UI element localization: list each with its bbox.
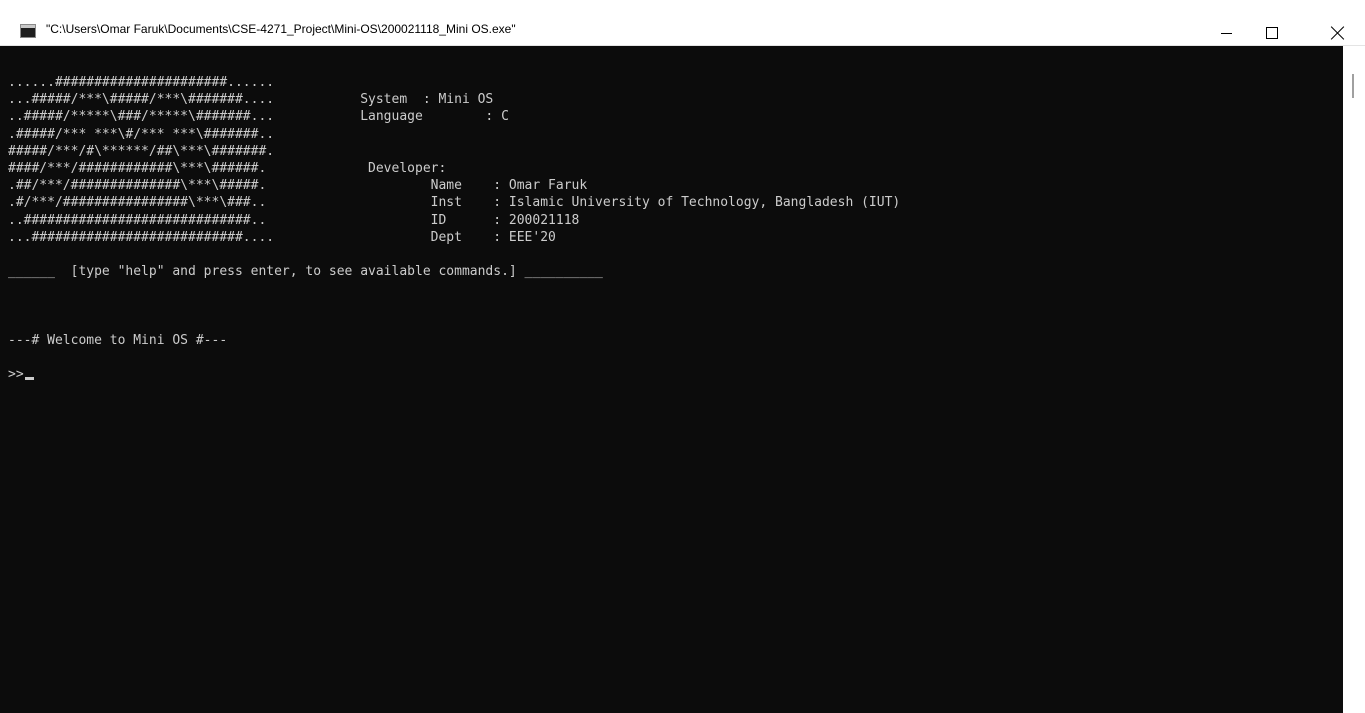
vertical-scrollbar[interactable] xyxy=(1343,46,1365,713)
developer-inst-line: .#/***/################\***\###.. Inst :… xyxy=(8,195,901,211)
console-app-icon[interactable] xyxy=(20,24,36,38)
language-info-line: ..#####/*****\###/*****\#######... Langu… xyxy=(8,109,509,125)
welcome-line: ---# Welcome to Mini OS #--- xyxy=(8,332,228,348)
ascii-logo-line: .#####/*** ***\#/*** ***\#######.. xyxy=(8,126,275,142)
system-info-line: ...#####/***\#####/***\#######.... Syste… xyxy=(8,92,494,108)
command-prompt[interactable]: >> xyxy=(8,366,900,383)
close-icon xyxy=(1331,26,1345,40)
scrollbar-thumb[interactable] xyxy=(1352,74,1354,98)
developer-name-line: .##/***/##############\***\#####. Name :… xyxy=(8,178,588,194)
maximize-icon xyxy=(1266,27,1278,39)
maximize-button[interactable] xyxy=(1249,0,1295,46)
console-output[interactable]: ......######################...... ...##… xyxy=(0,46,1343,713)
developer-heading-line: ####/***/############\***\######. Develo… xyxy=(8,160,447,176)
window-title: "C:\Users\Omar Faruk\Documents\CSE-4271_… xyxy=(46,22,516,36)
console-lines: ......######################...... ...##… xyxy=(8,74,900,383)
minimize-button[interactable] xyxy=(1203,0,1249,46)
console-window: "C:\Users\Omar Faruk\Documents\CSE-4271_… xyxy=(0,0,1365,713)
title-bar[interactable]: "C:\Users\Omar Faruk\Documents\CSE-4271_… xyxy=(0,0,1365,46)
developer-id-line: ..#############################.. ID : 2… xyxy=(8,212,580,228)
help-hint-line: ______ [type "help" and press enter, to … xyxy=(8,264,603,280)
close-button[interactable] xyxy=(1310,0,1365,46)
minimize-icon xyxy=(1220,32,1232,34)
text-cursor xyxy=(24,377,34,381)
prompt-text: >> xyxy=(8,367,24,383)
developer-dept-line: ...###########################.... Dept … xyxy=(8,229,556,245)
ascii-logo-line: #####/***/#\******/##\***\#######. xyxy=(8,143,275,159)
ascii-logo-line: ......######################...... xyxy=(8,75,275,90)
